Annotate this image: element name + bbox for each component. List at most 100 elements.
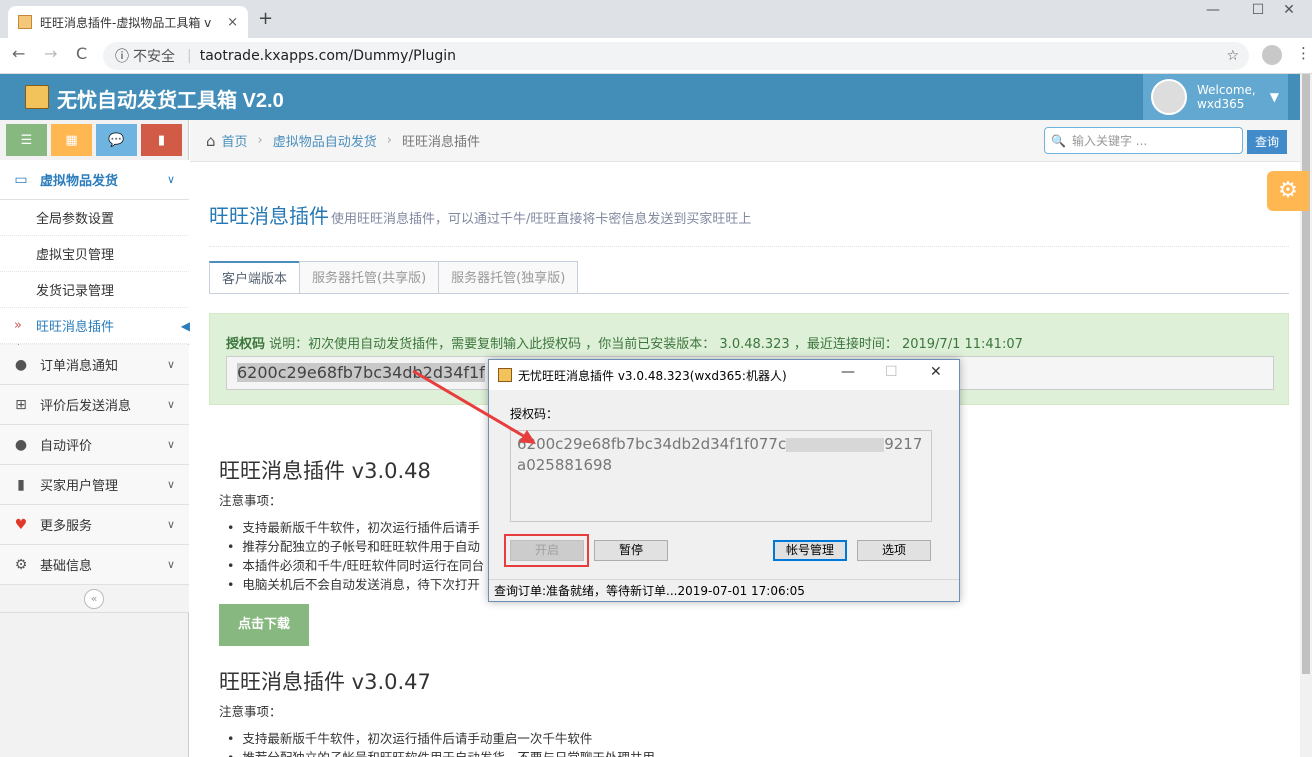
account-manage-button[interactable]: 帐号管理 xyxy=(773,540,847,561)
favicon-icon xyxy=(18,15,32,29)
username: wxd365 xyxy=(1197,97,1245,111)
gear-icon: ⚙ xyxy=(14,556,28,573)
sidebar-item-auto-review[interactable]: ● 自动评价 ∨ xyxy=(0,425,189,465)
sidebar-item-buyers[interactable]: ▮ 买家用户管理 ∨ xyxy=(0,465,189,505)
breadcrumb-home[interactable]: 首页 xyxy=(222,131,248,150)
version-notes-list: 支持最新版千牛软件，初次运行插件后请手 推荐分配独立的子帐号和旺旺软件用于自动 … xyxy=(227,518,484,594)
page-title: 旺旺消息插件 使用旺旺消息插件，可以通过千牛/旺旺直接将卡密信息发送到买家旺旺上 xyxy=(209,200,751,229)
welcome-label: Welcome, xyxy=(1197,83,1256,97)
sidebar-subitem-records[interactable]: 发货记录管理 xyxy=(0,272,189,308)
sidebar-subitem-settings[interactable]: 全局参数设置 xyxy=(0,200,189,236)
tab-dedicated-server[interactable]: 服务器托管(独享版) xyxy=(438,261,579,294)
sidebar-section-label: 虚拟物品发货 xyxy=(40,174,119,189)
comment-icon: ● xyxy=(14,356,28,373)
page-title-text: 旺旺消息插件 xyxy=(209,204,329,228)
content-tabs: 客户端版本 服务器托管(共享版) 服务器托管(独享版) xyxy=(209,261,579,294)
url-field[interactable]: ⓘ 不安全 | taotrade.kxapps.com/Dummy/Plugin… xyxy=(103,42,1249,70)
alert-text: 授权码 说明：初次使用自动发货插件，需要复制输入此授权码 ，你当前已安装版本： … xyxy=(226,333,1023,352)
version-title: 旺旺消息插件 v3.0.48 xyxy=(219,459,431,483)
version-notes-list: 支持最新版千牛软件，初次运行插件后请手动重启一次千牛软件 推荐分配独立的子帐号和… xyxy=(227,729,655,757)
calendar-icon[interactable]: ▦ xyxy=(51,124,92,156)
alert-label: 授权码 xyxy=(226,337,266,352)
alert-description: 说明：初次使用自动发货插件，需要复制输入此授权码 ，你当前已安装版本： 3.0.… xyxy=(265,337,1023,352)
menu-icon[interactable]: ⋮ xyxy=(1296,44,1311,62)
settings-gear-icon[interactable]: ⚙ xyxy=(1267,171,1309,211)
heart-icon: ♥ xyxy=(14,516,28,533)
scrollbar-thumb[interactable] xyxy=(1302,74,1310,674)
user-greeting: Welcome, wxd365 xyxy=(1197,83,1256,111)
download-button[interactable]: 点击下载 xyxy=(219,604,309,646)
browser-tab[interactable]: 旺旺消息插件-虚拟物品工具箱 v × xyxy=(8,6,248,38)
sidebar-item-basic-info[interactable]: ⚙ 基础信息 ∨ xyxy=(0,545,189,585)
sidebar-item-more-services[interactable]: ♥ 更多服务 ∨ xyxy=(0,505,189,545)
tab-client[interactable]: 客户端版本 xyxy=(209,261,301,294)
list-item: 支持最新版千牛软件，初次运行插件后请手 xyxy=(227,518,484,537)
avatar xyxy=(1151,79,1187,115)
box-logo-icon xyxy=(25,85,49,109)
search-input[interactable]: 🔍 输入关键字 ... xyxy=(1044,127,1243,154)
list-item: 推荐分配独立的子帐号和旺旺软件用于自动 xyxy=(227,537,484,556)
chevron-down-icon: ∨ xyxy=(166,558,175,571)
chevron-down-icon: ∨ xyxy=(166,173,175,186)
sidebar-item-order-notify[interactable]: ● 订单消息通知 ∨ xyxy=(0,345,189,385)
new-tab-button[interactable]: + xyxy=(258,8,273,29)
search-icon: 🔍 xyxy=(1051,133,1066,148)
tab-divider xyxy=(209,293,1289,294)
list-icon[interactable]: ☰ xyxy=(6,124,47,156)
version-note-label: 注意事项： xyxy=(219,704,282,719)
sidebar-subitem-plugin[interactable]: » 旺旺消息插件 ◀ xyxy=(0,308,190,344)
options-button[interactable]: 选项 xyxy=(857,540,931,561)
chevron-down-icon: ∨ xyxy=(166,518,175,531)
reload-button[interactable]: C xyxy=(76,44,87,63)
redacted-block xyxy=(786,437,885,452)
back-button[interactable]: ← xyxy=(12,44,25,63)
chevron-down-icon: ∨ xyxy=(166,358,175,371)
dialog-auth-code-field[interactable]: 6200c29e68fb7bc34db2d34f1f077c 9217a02588… xyxy=(510,430,932,522)
credit-card-icon: ▭ xyxy=(14,171,28,188)
sidebar-item-label: 买家用户管理 xyxy=(40,479,119,494)
tab-shared-server[interactable]: 服务器托管(共享版) xyxy=(299,261,440,294)
breadcrumb-separator: › xyxy=(386,133,392,148)
profile-icon[interactable] xyxy=(1262,45,1282,65)
dialog-close-button[interactable]: ✕ xyxy=(930,364,942,380)
tab-close-icon[interactable]: × xyxy=(227,15,238,30)
book-icon: ▮ xyxy=(17,476,25,493)
comment-icon[interactable]: 💬 xyxy=(96,124,137,156)
divider xyxy=(209,246,1289,247)
bookmark-star-icon[interactable]: ☆ xyxy=(1226,48,1239,64)
sidebar-item-label: 基础信息 xyxy=(40,559,93,574)
close-window-button[interactable]: ✕ xyxy=(1266,0,1312,20)
minimize-button[interactable]: — xyxy=(1190,0,1236,20)
plugin-dialog: 无忧旺旺消息插件 v3.0.48.323(wxd365:机器人) — ☐ ✕ 授… xyxy=(488,359,960,602)
pause-button[interactable]: 暂停 xyxy=(594,540,668,561)
sidebar-item-label: 评价后发送消息 xyxy=(40,399,132,414)
search-button[interactable]: 查询 xyxy=(1247,130,1287,154)
user-menu[interactable]: Welcome, wxd365 ▼ xyxy=(1143,74,1288,120)
auth-code-value: 6200c29e68fb7bc34db2d34f1f xyxy=(237,363,485,382)
app-title: 无忧自动发货工具箱 V2.0 xyxy=(57,90,284,112)
sidebar-item-review-message[interactable]: ⊞ 评价后发送消息 ∨ xyxy=(0,385,189,425)
dialog-maximize-button[interactable]: ☐ xyxy=(885,364,898,380)
breadcrumb-section[interactable]: 虚拟物品自动发货 xyxy=(273,131,377,150)
forward-button[interactable]: → xyxy=(44,44,57,63)
search-placeholder: 输入关键字 ... xyxy=(1071,134,1148,148)
dialog-minimize-button[interactable]: — xyxy=(841,364,855,380)
dialog-status-bar: 查询订单:准备就绪，等待新订单...2019-07-01 17:06:05 xyxy=(489,579,959,601)
page-subtitle: 使用旺旺消息插件，可以通过千牛/旺旺直接将卡密信息发送到买家旺旺上 xyxy=(331,212,752,227)
sidebar-item-label: 自动评价 xyxy=(40,439,93,454)
breadcrumb-separator: › xyxy=(257,133,263,148)
list-item: 支持最新版千牛软件，初次运行插件后请手动重启一次千牛软件 xyxy=(227,729,655,748)
start-button[interactable]: 开启 xyxy=(510,540,584,561)
info-icon[interactable]: ⓘ xyxy=(115,46,129,66)
list-item: 电脑关机后不会自动发送消息，待下次打开 xyxy=(227,575,484,594)
chevron-down-icon: ∨ xyxy=(166,478,175,491)
list-item: 本插件必须和千牛/旺旺软件同时运行在同台 xyxy=(227,556,484,575)
sidebar-collapse-bar: « xyxy=(0,585,189,613)
book-icon[interactable]: ▮ xyxy=(141,124,182,156)
sidebar-item-virtual-goods[interactable]: ▭ 虚拟物品发货 ∨ xyxy=(0,160,189,200)
collapse-sidebar-icon[interactable]: « xyxy=(84,589,104,609)
double-chevron-icon: » xyxy=(14,318,22,333)
sidebar-subitem-items[interactable]: 虚拟宝贝管理 xyxy=(0,236,189,272)
dialog-titlebar[interactable]: 无忧旺旺消息插件 v3.0.48.323(wxd365:机器人) — ☐ ✕ xyxy=(489,360,959,390)
sidebar-item-label: 更多服务 xyxy=(40,519,93,534)
